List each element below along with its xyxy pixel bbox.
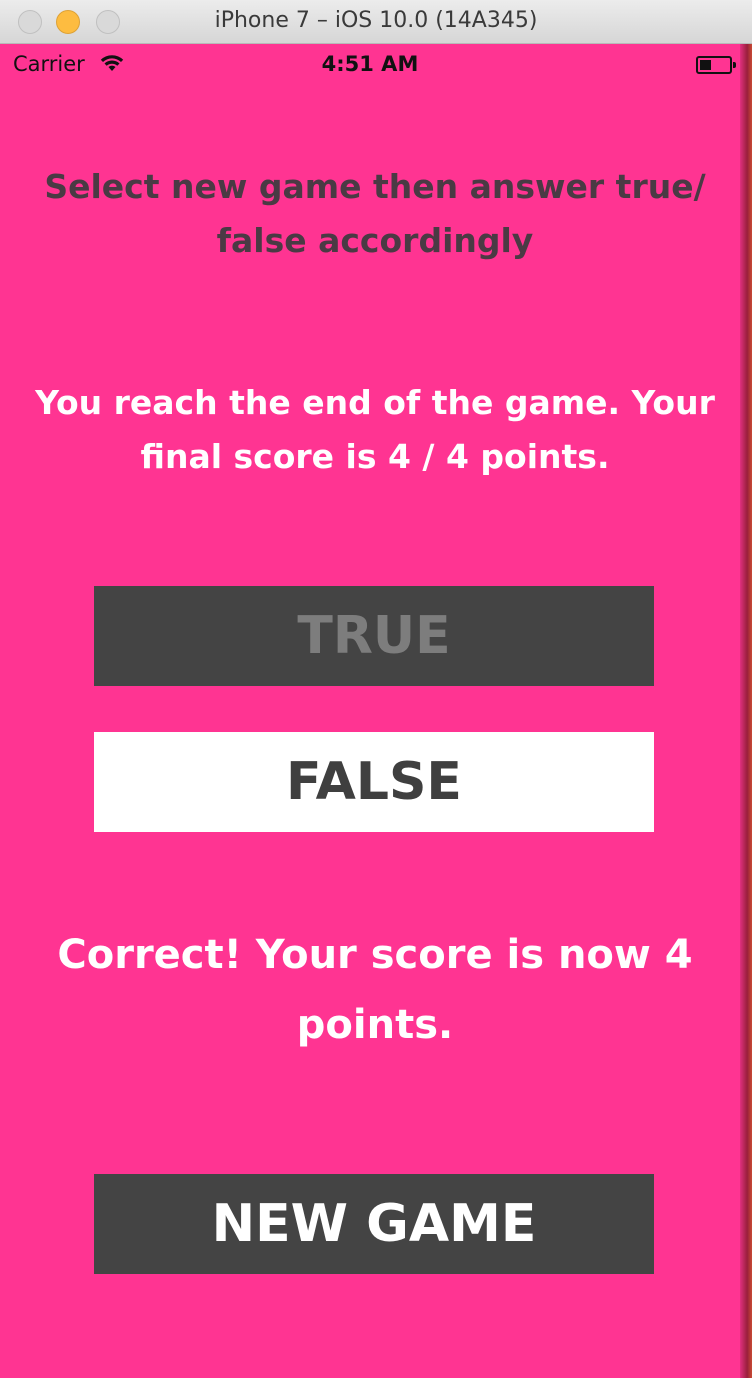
false-button[interactable]: FALSE	[94, 732, 654, 832]
window-edge-shadow	[740, 44, 752, 1378]
feedback-label: Correct! Your score is now 4 points.	[57, 932, 693, 1048]
game-over-label: You reach the end of the game. Your fina…	[35, 383, 715, 476]
ios-status-bar: Carrier 4:51 AM	[0, 44, 740, 86]
simulator-title-bar: iPhone 7 – iOS 10.0 (14A345)	[0, 0, 752, 44]
battery-icon	[696, 56, 736, 74]
instructions-label: Select new game then answer true/ false …	[44, 167, 706, 260]
status-clock: 4:51 AM	[321, 52, 419, 76]
new-game-button[interactable]: NEW GAME	[94, 1174, 654, 1274]
true-button[interactable]: TRUE	[94, 586, 654, 686]
window-title: iPhone 7 – iOS 10.0 (14A345)	[214, 8, 538, 33]
